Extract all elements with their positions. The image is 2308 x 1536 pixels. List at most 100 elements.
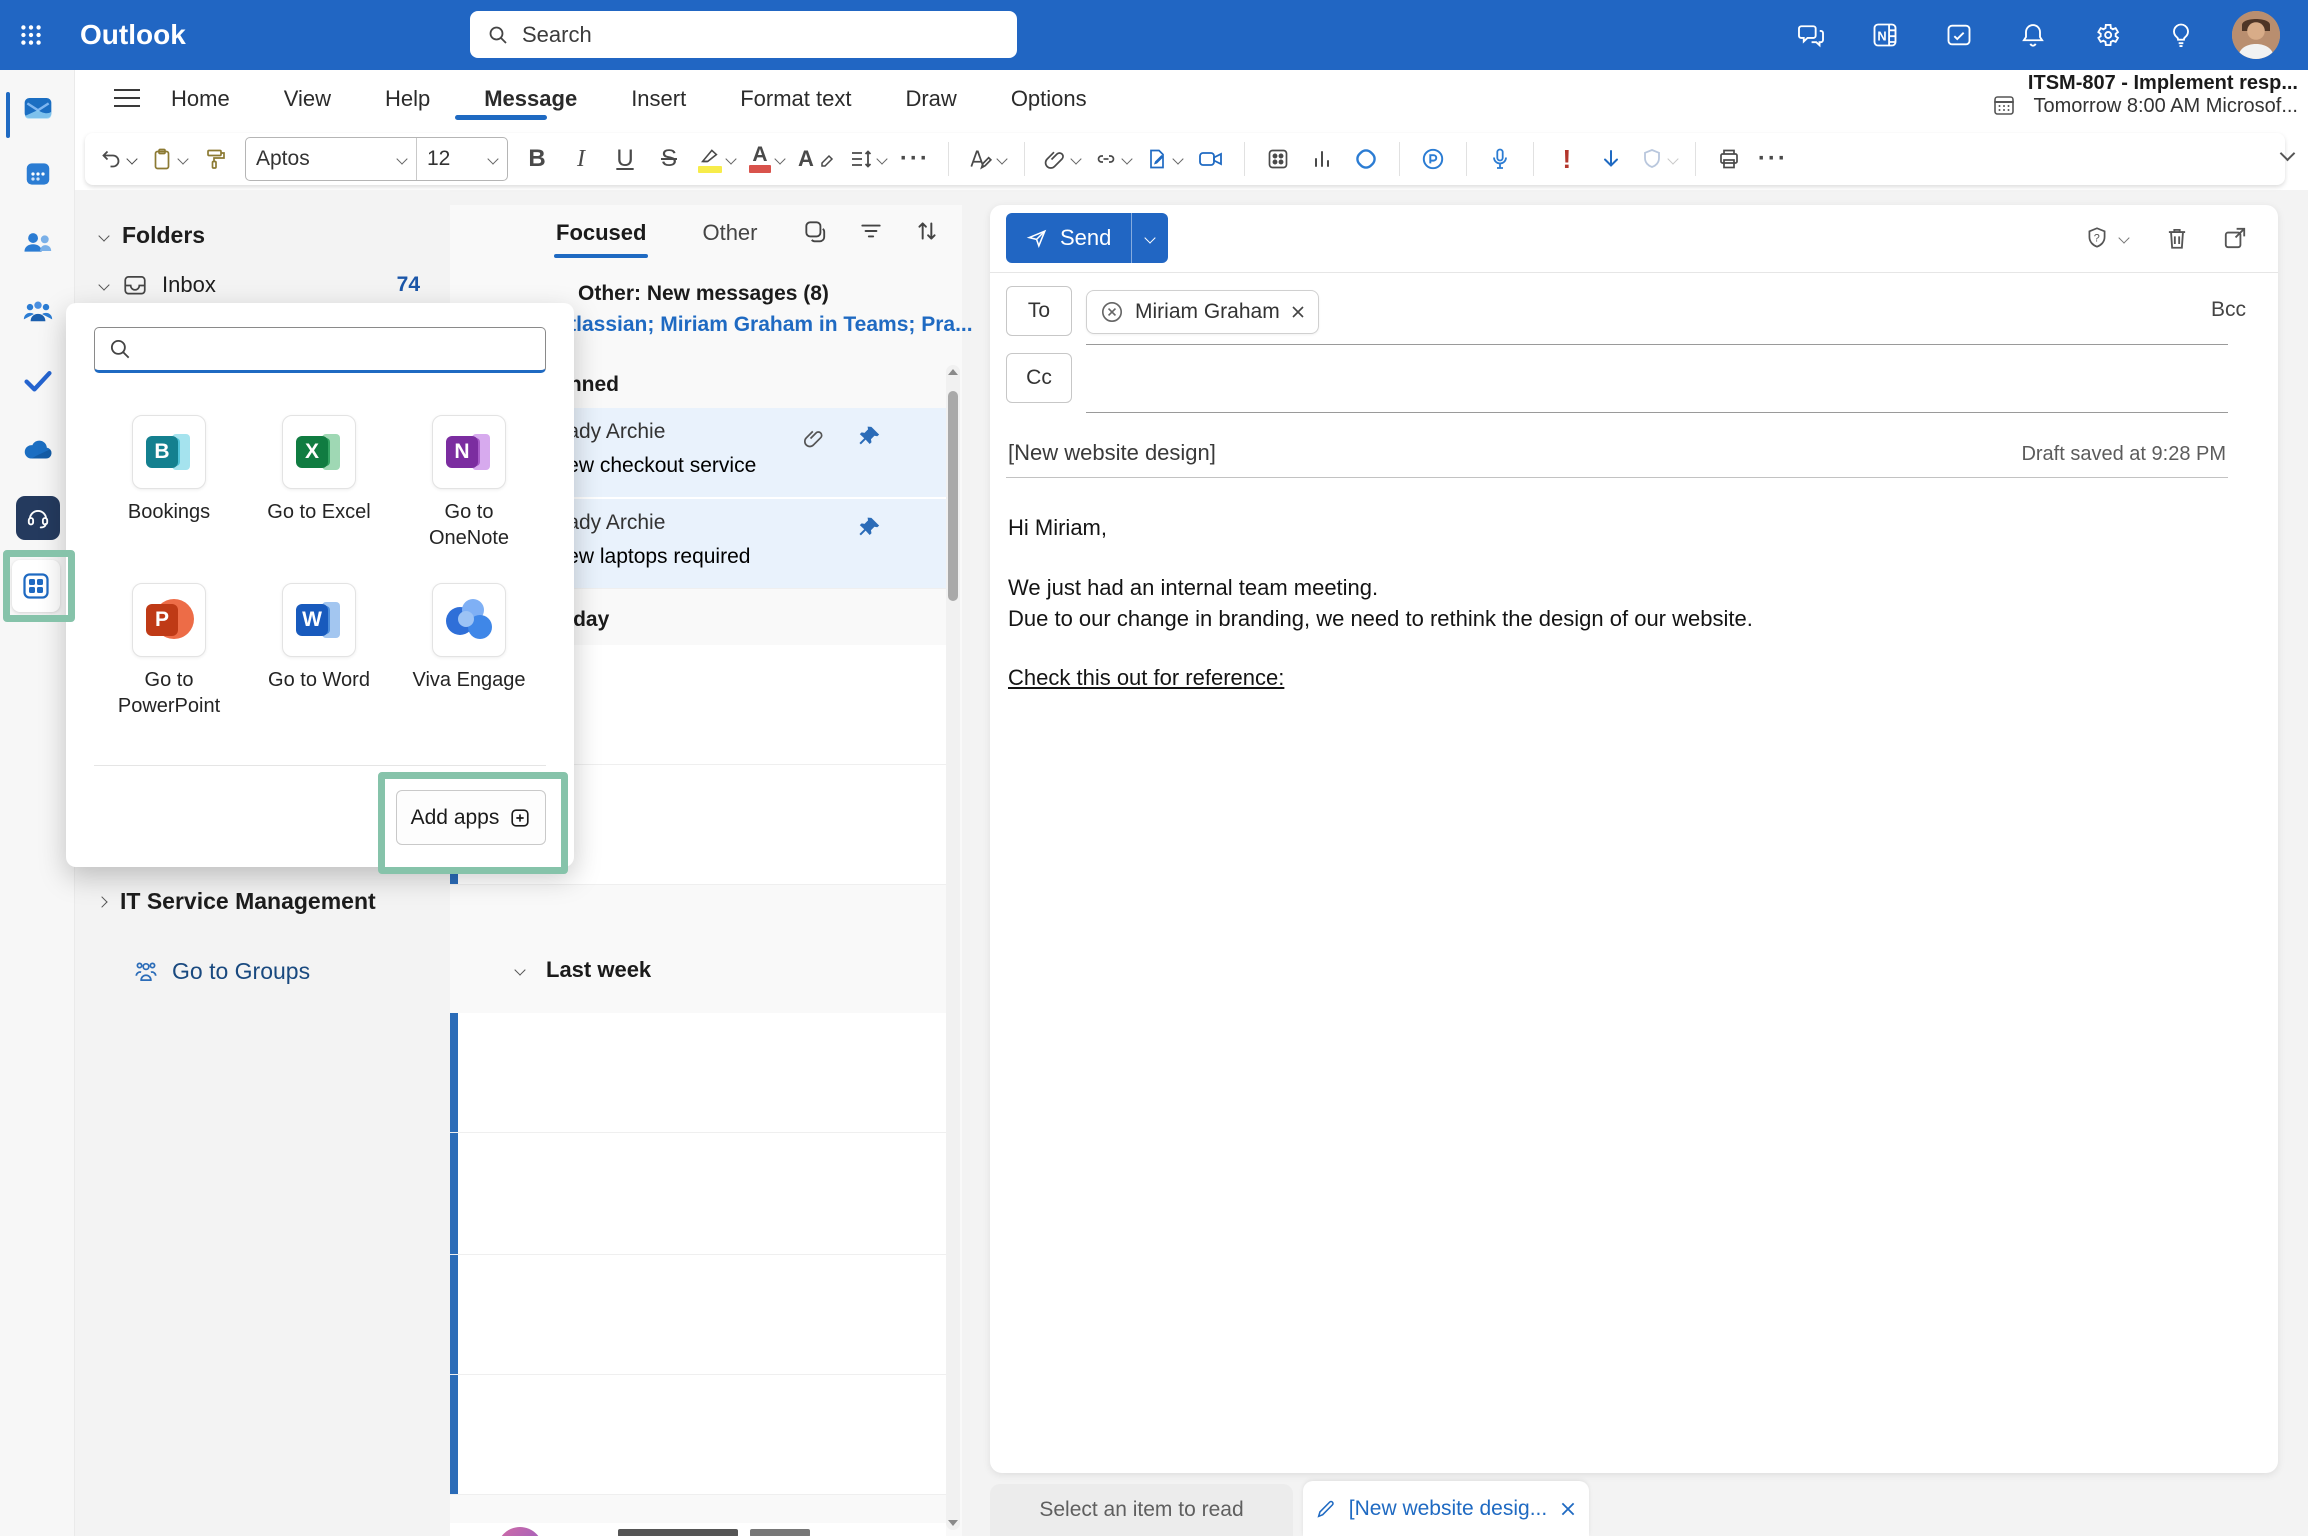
format-painter-button[interactable] [201, 139, 231, 179]
app-tile-viva-engage[interactable]: Viva Engage [404, 583, 534, 693]
message-row[interactable] [450, 1133, 946, 1255]
inbox-expand-chevron-icon[interactable] [98, 279, 109, 290]
font-name-dropdown[interactable]: Aptos [246, 138, 416, 180]
notifications-bell-icon[interactable] [2010, 12, 2056, 58]
account-avatar[interactable] [2232, 11, 2280, 59]
paste-button[interactable] [150, 139, 187, 179]
app-tile-bookings[interactable]: B Bookings [104, 415, 234, 525]
font-color-button[interactable]: A [749, 139, 784, 179]
todo-day-icon[interactable] [1936, 12, 1982, 58]
signature-chevron-icon[interactable] [1172, 153, 1183, 164]
message-list-scrollbar[interactable] [946, 365, 960, 1530]
select-messages-icon[interactable] [802, 218, 828, 244]
rail-groups-icon[interactable] [14, 288, 62, 336]
subject-field[interactable]: [New website design] [1008, 440, 1216, 466]
toolbar-overflow-button[interactable]: ··· [1758, 139, 1788, 179]
body-line-underlined[interactable]: Check this out for reference: [1008, 663, 1284, 693]
underline-button[interactable]: U [610, 139, 640, 179]
print-button[interactable] [1714, 139, 1744, 179]
go-to-groups-link[interactable]: Go to Groups [132, 958, 310, 985]
open-in-new-window-button[interactable] [2222, 225, 2248, 251]
send-button[interactable]: Send [1006, 213, 1131, 263]
tab-home[interactable]: Home [165, 86, 236, 112]
reading-pane-placeholder-tab[interactable]: Select an item to read [990, 1484, 1293, 1536]
undo-button[interactable] [99, 139, 136, 179]
dictate-mic-button[interactable] [1485, 139, 1515, 179]
tab-focused[interactable]: Focused [556, 220, 646, 246]
encrypt-button[interactable]: ? [2084, 225, 2128, 251]
rail-mail-icon[interactable] [14, 84, 62, 132]
highlight-chevron-icon[interactable] [725, 153, 736, 164]
folders-collapse-chevron-icon[interactable] [98, 230, 109, 241]
teams-chat-icon[interactable] [1788, 12, 1834, 58]
message-row[interactable] [450, 1375, 946, 1495]
section-last-week[interactable]: Last week [546, 957, 651, 983]
poll-button[interactable] [1307, 139, 1337, 179]
more-format-options-button[interactable]: ··· [900, 139, 930, 179]
banner-senders[interactable]: Atlassian; Miriam Graham in Teams; Pra..… [554, 313, 973, 337]
apps-in-toolbar-button[interactable] [1263, 139, 1293, 179]
bold-button[interactable]: B [522, 139, 552, 179]
apps-search-input[interactable] [94, 327, 546, 373]
line-spacing-chevron-icon[interactable] [876, 153, 887, 164]
attach-chevron-icon[interactable] [1070, 153, 1081, 164]
filter-icon[interactable] [858, 218, 884, 244]
attach-file-button[interactable] [1043, 139, 1080, 179]
itsm-expand-chevron-icon[interactable] [96, 896, 107, 907]
folder-group-itsm[interactable]: IT Service Management [98, 888, 376, 915]
high-importance-button[interactable]: ! [1552, 139, 1582, 179]
tab-draw[interactable]: Draw [899, 86, 962, 112]
body-line[interactable]: We just had an internal team meeting. [1008, 573, 1378, 603]
app-launcher-icon[interactable] [8, 12, 54, 58]
message-row-partial[interactable] [450, 1523, 946, 1536]
calendar-reminder[interactable]: ITSM-807 - Implement resp... Tomorrow 8:… [1968, 72, 2298, 118]
message-row[interactable] [450, 1013, 946, 1133]
bcc-toggle[interactable]: Bcc [2211, 298, 2246, 322]
settings-gear-icon[interactable] [2084, 12, 2130, 58]
cc-button[interactable]: Cc [1006, 353, 1072, 403]
rail-support-headset-icon[interactable] [14, 494, 62, 542]
send-options-chevron[interactable] [1131, 213, 1168, 263]
message-row[interactable] [450, 1255, 946, 1375]
ribbon-hamburger-icon[interactable] [112, 86, 142, 110]
font-size-dropdown[interactable]: 12 [417, 138, 507, 180]
scroll-down-arrow-icon[interactable] [947, 1518, 959, 1528]
rail-onedrive-icon[interactable] [14, 426, 62, 474]
font-color-chevron-icon[interactable] [774, 153, 785, 164]
remove-recipient-icon[interactable] [1290, 304, 1306, 320]
tab-other[interactable]: Other [702, 220, 757, 246]
styles-button[interactable] [967, 139, 1006, 179]
sensitivity-button[interactable] [1640, 139, 1677, 179]
scrollbar-thumb[interactable] [948, 391, 958, 601]
onenote-feed-icon[interactable]: N [1862, 12, 1908, 58]
scroll-up-arrow-icon[interactable] [947, 367, 959, 377]
tab-message[interactable]: Message [478, 86, 583, 112]
app-tile-excel[interactable]: X Go to Excel [254, 415, 384, 525]
discard-draft-button[interactable] [2164, 225, 2190, 251]
link-chevron-icon[interactable] [1121, 153, 1132, 164]
other-new-messages-banner[interactable]: Other: New messages (8) [578, 282, 829, 306]
undo-menu-chevron-icon[interactable] [126, 153, 137, 164]
paste-menu-chevron-icon[interactable] [177, 153, 188, 164]
video-clip-button[interactable] [1196, 139, 1226, 179]
italic-button[interactable]: I [566, 139, 596, 179]
clear-formatting-button[interactable]: A [798, 139, 835, 179]
insert-link-button[interactable] [1094, 139, 1131, 179]
app-tile-onenote[interactable]: N Go to OneNote [404, 415, 534, 551]
tab-help[interactable]: Help [379, 86, 436, 112]
search-input[interactable]: Search [470, 11, 1017, 58]
highlight-color-button[interactable] [698, 139, 735, 179]
rail-calendar-icon[interactable] [14, 150, 62, 198]
close-draft-tab-icon[interactable] [1559, 1500, 1577, 1518]
draft-tab[interactable]: [New website desig... [1303, 1481, 1589, 1536]
tab-insert[interactable]: Insert [625, 86, 692, 112]
tab-view[interactable]: View [278, 86, 337, 112]
tips-lightbulb-icon[interactable] [2158, 12, 2204, 58]
tab-options[interactable]: Options [1005, 86, 1093, 112]
recipient-chip[interactable]: Miriam Graham [1086, 290, 1319, 334]
pin-icon[interactable] [856, 424, 882, 450]
encrypt-chevron-icon[interactable] [2118, 232, 2129, 243]
styles-chevron-icon[interactable] [996, 153, 1007, 164]
app-tile-powerpoint[interactable]: P Go to PowerPoint [104, 583, 234, 719]
low-importance-button[interactable] [1596, 139, 1626, 179]
